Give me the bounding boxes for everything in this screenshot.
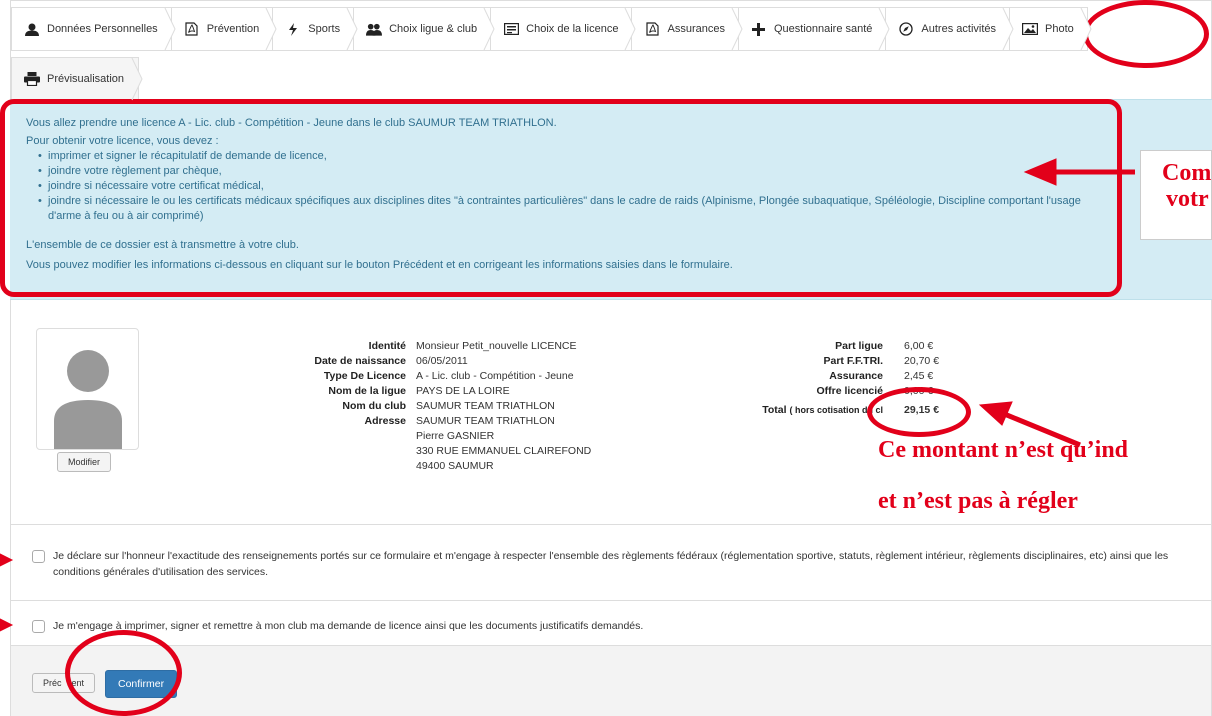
identity-details: Identité Monsieur Petit_nouvelle LICENCE… — [11, 340, 711, 500]
info-bullet-list: imprimer et signer le récapitulatif de d… — [38, 149, 1212, 224]
annotation-text: Com — [1162, 160, 1212, 186]
tab-previsualisation[interactable]: Prévisualisation — [11, 57, 143, 101]
tab-separator-chevron-icon — [625, 7, 637, 51]
commitment-row: Je m'engage à imprimer, signer et remett… — [10, 600, 1212, 645]
commitment-text: Je m'engage à imprimer, signer et remett… — [53, 620, 644, 632]
info-line-transmit: L'ensemble de ce dossier est à transmett… — [26, 239, 299, 251]
tab-photo[interactable]: Photo — [1010, 7, 1092, 51]
total-sub-label: ( hors cotisation du cl — [789, 405, 883, 415]
insurance-value: 2,45 € — [904, 370, 934, 382]
identity-label: Identité — [368, 340, 406, 352]
honour-declaration-row: Je déclare sur l'honneur l'exactitude de… — [10, 524, 1212, 600]
cost-details: Part ligue 6,00 € Part F.F.TRI. 20,70 € … — [711, 340, 1011, 430]
honour-checkbox[interactable] — [32, 550, 45, 563]
list-item: imprimer et signer le récapitulatif de d… — [38, 149, 1212, 164]
tab-label: Prévention — [206, 23, 260, 35]
tab-row-1: Données Personnelles Prévention Sports Choi… — [11, 7, 1092, 51]
address-line: Pierre GASNIER — [416, 430, 495, 442]
tab-assurances[interactable]: Assurances — [632, 7, 743, 51]
club-value: SAUMUR TEAM TRIATHLON — [416, 400, 555, 412]
tab-label: Choix de la licence — [526, 23, 619, 35]
address-line: 49400 SAUMUR — [416, 460, 494, 472]
identity-value: Monsieur Petit_nouvelle LICENCE — [416, 340, 577, 352]
insurance-label: Assurance — [829, 370, 883, 382]
licence-type-value: A - Lic. club - Compétition - Jeune — [416, 370, 574, 382]
licence-offer-label: Offre licencié — [816, 385, 883, 397]
tab-separator-chevron-icon — [483, 7, 495, 51]
address-line: 330 RUE EMMANUEL CLAIREFOND — [416, 445, 592, 457]
info-alert: Vous allez prendre une licence A - Lic. … — [10, 99, 1212, 300]
tab-label: Choix ligue & club — [389, 23, 478, 35]
licence-type-label: Type De Licence — [323, 370, 406, 382]
info-line-licence: Vous allez prendre une licence A - Lic. … — [26, 117, 557, 129]
league-label: Nom de la ligue — [328, 385, 406, 397]
form-footer: Préc ent Confirmer — [10, 645, 1212, 716]
compass-icon — [898, 22, 914, 36]
tab-row-2: Prévisualisation — [11, 57, 143, 101]
bolt-icon — [285, 22, 301, 36]
list-item: joindre votre règlement par chèque, — [38, 164, 1212, 179]
pdf-icon — [644, 22, 660, 36]
address-label: Adresse — [364, 415, 406, 427]
tab-separator-chevron-icon — [164, 7, 176, 51]
list-item: joindre si nécessaire votre certificat m… — [38, 179, 1212, 194]
address-value: SAUMUR TEAM TRIATHLON — [416, 415, 555, 427]
league-share-value: 6,00 € — [904, 340, 934, 352]
pdf-icon — [184, 22, 200, 36]
list-item: joindre si nécessaire le ou les certific… — [38, 194, 1212, 224]
birthdate-value: 06/05/2011 — [416, 355, 468, 367]
image-icon — [1022, 22, 1039, 36]
tab-autres-activites[interactable]: Autres activités — [886, 7, 1014, 51]
birthdate-label: Date de naissance — [314, 355, 406, 367]
federation-share-label: Part F.F.TRI. — [823, 355, 883, 367]
tab-label: Prévisualisation — [47, 73, 125, 85]
tab-questionnaire-sante[interactable]: Questionnaire santé — [738, 7, 890, 51]
tab-prevention[interactable]: Prévention — [171, 7, 277, 51]
tab-separator-chevron-icon — [1080, 7, 1092, 51]
commitment-checkbox[interactable] — [32, 620, 45, 633]
annotation-text: votr — [1166, 186, 1209, 212]
tab-label: Données Personnelles — [47, 23, 158, 35]
total-label-text: Total — [762, 404, 787, 416]
card-icon — [503, 22, 519, 36]
total-value: 29,15 € — [904, 404, 940, 416]
annotation-text: et n’est pas à régler — [878, 488, 1078, 514]
user-icon — [24, 22, 40, 36]
info-line-modify: Vous pouvez modifier les informations ci… — [26, 259, 733, 271]
tab-choix-de-la-licence[interactable]: Choix de la licence — [491, 7, 637, 51]
tab-separator-chevron-icon — [346, 7, 358, 51]
honour-text: Je déclare sur l'honneur l'exactitude de… — [53, 550, 1169, 578]
tab-label: Assurances — [667, 23, 725, 35]
tab-separator-chevron-icon — [131, 57, 143, 101]
federation-share-value: 20,70 € — [904, 355, 940, 367]
users-icon — [366, 22, 383, 36]
tab-label: Questionnaire santé — [773, 23, 873, 35]
tab-label: Autres activités — [921, 23, 997, 35]
tab-label: Photo — [1045, 23, 1074, 35]
tab-separator-chevron-icon — [731, 7, 743, 51]
club-label: Nom du club — [342, 400, 406, 412]
tab-donnees-personnelles[interactable]: Données Personnelles — [11, 7, 176, 51]
tab-label: Sports — [308, 23, 341, 35]
licence-offer-value: 0,00 € — [904, 385, 934, 397]
tab-separator-chevron-icon — [265, 7, 277, 51]
wizard-tabs: Données Personnelles Prévention Sports Choi… — [10, 0, 1212, 101]
print-icon — [24, 72, 40, 86]
total-label: Total ( hors cotisation du cl — [762, 404, 883, 418]
tab-separator-chevron-icon — [878, 7, 890, 51]
league-share-label: Part ligue — [835, 340, 883, 352]
confirm-button[interactable]: Confirmer — [105, 670, 178, 698]
plus-icon — [751, 22, 767, 36]
league-value: PAYS DE LA LOIRE — [416, 385, 510, 397]
tab-choix-ligue-club[interactable]: Choix ligue & club — [354, 7, 495, 51]
previous-button[interactable]: Préc ent — [32, 673, 96, 693]
tab-separator-chevron-icon — [1002, 7, 1014, 51]
tab-sports[interactable]: Sports — [273, 7, 358, 51]
info-line-requirements: Pour obtenir votre licence, vous devez : — [26, 135, 219, 147]
annotation-text: Ce montant n’est qu’ind — [878, 437, 1129, 463]
